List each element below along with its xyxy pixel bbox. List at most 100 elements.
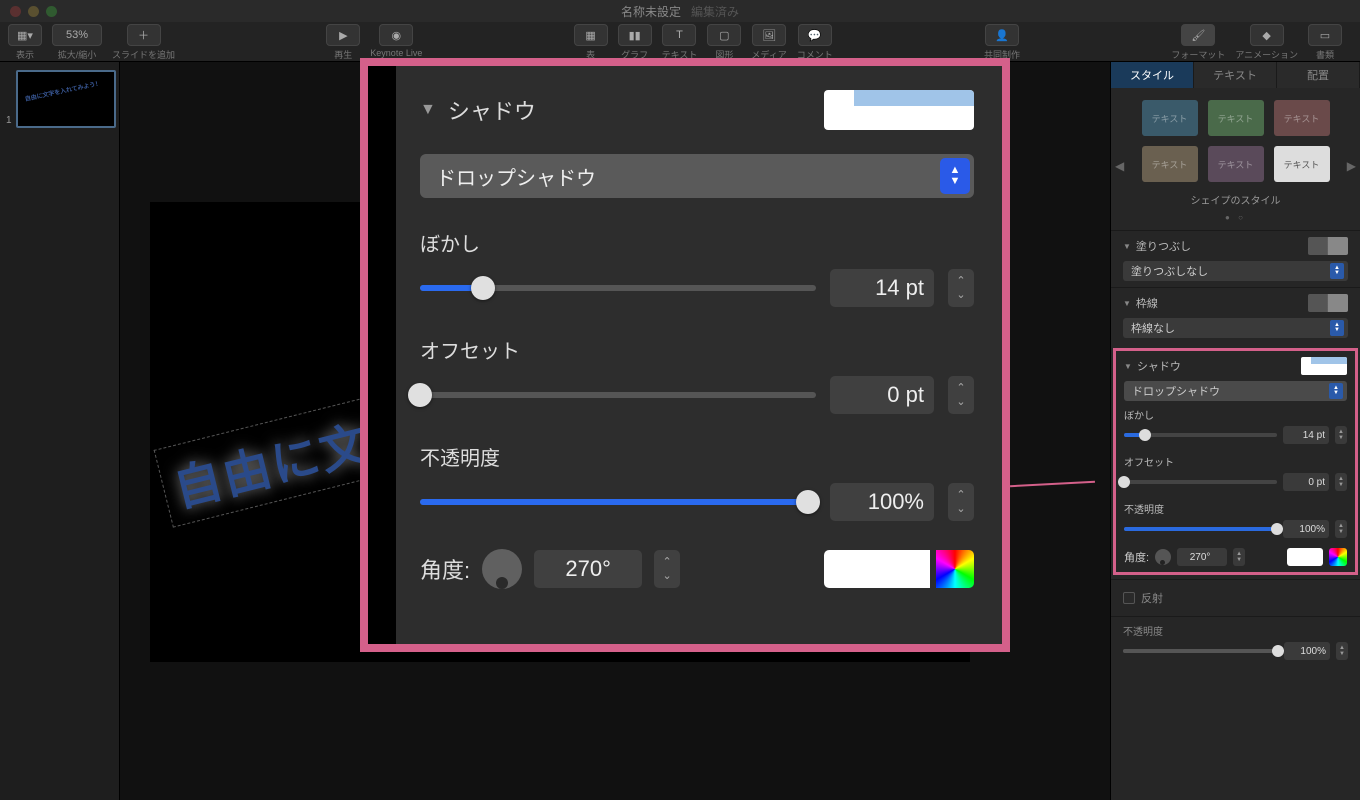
callout-blur-slider[interactable] bbox=[420, 285, 816, 291]
angle-value[interactable]: 270° bbox=[1177, 548, 1227, 566]
opacity-value[interactable]: 100% bbox=[1283, 520, 1329, 538]
slide-text-box[interactable]: 自由に文 bbox=[154, 396, 389, 527]
color-picker-icon[interactable] bbox=[1329, 548, 1347, 566]
callout-dark-edge bbox=[368, 66, 396, 644]
callout-offset-value[interactable]: 0 pt bbox=[830, 376, 934, 414]
comment-button[interactable]: 💬 bbox=[798, 24, 832, 46]
format-inspector: スタイル テキスト 配置 ◀ ▶ テキスト テキスト テキスト テキスト テキス… bbox=[1110, 62, 1360, 800]
callout-shadow-type-dropdown[interactable]: ドロップシャドウ ▲▼ bbox=[420, 154, 974, 198]
style-next-icon[interactable]: ▶ bbox=[1347, 159, 1356, 173]
callout-color-well[interactable] bbox=[824, 550, 930, 588]
opacity-slider[interactable] bbox=[1124, 527, 1277, 531]
style-page-dots: ● ○ bbox=[1129, 213, 1342, 222]
style-swatch[interactable]: テキスト bbox=[1208, 146, 1264, 182]
add-slide-label: スライドを追加 bbox=[112, 48, 175, 61]
titlebar: 名称未設定 編集済み bbox=[0, 0, 1360, 22]
callout-angle-stepper[interactable]: ⌃⌄ bbox=[654, 550, 680, 588]
blur-value[interactable]: 14 pt bbox=[1283, 426, 1329, 444]
callout-angle-dial[interactable] bbox=[482, 549, 522, 589]
opacity-stepper[interactable]: ▲▼ bbox=[1335, 520, 1347, 538]
collab-button[interactable]: 👤 bbox=[985, 24, 1019, 46]
callout-color-picker-icon[interactable] bbox=[936, 550, 974, 588]
style-swatch[interactable]: テキスト bbox=[1274, 100, 1330, 136]
window-title: 名称未設定 bbox=[621, 3, 681, 20]
style-prev-icon[interactable]: ◀ bbox=[1115, 159, 1124, 173]
shape-button[interactable]: ▢ bbox=[707, 24, 741, 46]
slide-navigator: 1 自由に文字を入れてみよう！ bbox=[0, 62, 120, 800]
shadow-section-highlighted: ▼シャドウ ドロップシャドウ ▲▼ ぼかし 14 pt ▲▼ オフセット bbox=[1113, 348, 1358, 575]
fill-title: 塗りつぶし bbox=[1136, 238, 1191, 254]
disclosure-triangle-icon[interactable]: ▼ bbox=[420, 101, 436, 119]
text-button[interactable]: T bbox=[662, 24, 696, 46]
callout-offset-slider[interactable] bbox=[420, 392, 816, 398]
callout-offset-label: オフセット bbox=[420, 335, 974, 364]
fullscreen-window-icon[interactable] bbox=[46, 6, 57, 17]
shadow-type-dropdown[interactable]: ドロップシャドウ ▲▼ bbox=[1124, 381, 1347, 401]
object-opacity-value[interactable]: 100% bbox=[1284, 642, 1330, 660]
offset-slider[interactable] bbox=[1124, 480, 1277, 484]
tab-arrange[interactable]: 配置 bbox=[1277, 62, 1360, 88]
add-slide-button[interactable]: ＋ bbox=[127, 24, 161, 46]
disclosure-triangle-icon[interactable]: ▼ bbox=[1124, 362, 1132, 371]
media-button[interactable]: 🖼 bbox=[752, 24, 786, 46]
callout-offset-stepper[interactable]: ⌃⌄ bbox=[948, 376, 974, 414]
blur-slider[interactable] bbox=[1124, 433, 1277, 437]
object-opacity-stepper[interactable]: ▲▼ bbox=[1336, 642, 1348, 660]
shadow-panel-callout: ▼ シャドウ ドロップシャドウ ▲▼ ぼかし 14 pt ⌃⌄ オフセット bbox=[360, 58, 1010, 652]
blur-stepper[interactable]: ▲▼ bbox=[1335, 426, 1347, 444]
shadow-type-value: ドロップシャドウ bbox=[1132, 383, 1220, 399]
border-dropdown[interactable]: 枠線なし ▲▼ bbox=[1123, 318, 1348, 338]
shadow-title: シャドウ bbox=[1137, 358, 1181, 374]
callout-opacity-label: 不透明度 bbox=[420, 442, 974, 471]
reflection-checkbox[interactable] bbox=[1123, 592, 1135, 604]
tab-text[interactable]: テキスト bbox=[1194, 62, 1277, 88]
slide-number: 1 bbox=[6, 115, 12, 126]
offset-stepper[interactable]: ▲▼ bbox=[1335, 473, 1347, 491]
document-button[interactable]: ▭ bbox=[1308, 24, 1342, 46]
callout-shadow-type-value: ドロップシャドウ bbox=[436, 162, 596, 191]
disclosure-triangle-icon[interactable]: ▼ bbox=[1123, 299, 1131, 308]
thumb-text: 自由に文字を入れてみよう！ bbox=[24, 78, 102, 103]
table-button[interactable]: ▦ bbox=[574, 24, 608, 46]
animate-button[interactable]: ◆ bbox=[1250, 24, 1284, 46]
callout-opacity-value[interactable]: 100% bbox=[830, 483, 934, 521]
callout-opacity-stepper[interactable]: ⌃⌄ bbox=[948, 483, 974, 521]
shadow-color-well[interactable] bbox=[1287, 548, 1323, 566]
callout-angle-label: 角度: bbox=[420, 553, 470, 585]
offset-value[interactable]: 0 pt bbox=[1283, 473, 1329, 491]
blur-label: ぼかし bbox=[1124, 407, 1347, 422]
tab-style[interactable]: スタイル bbox=[1111, 62, 1194, 88]
document-label: 書類 bbox=[1316, 48, 1334, 61]
zoom-label: 拡大/縮小 bbox=[58, 48, 97, 61]
style-swatch-selected[interactable]: テキスト bbox=[1274, 146, 1330, 182]
keynote-live-button[interactable]: ◉ bbox=[379, 24, 413, 46]
angle-dial[interactable] bbox=[1155, 549, 1171, 565]
slide-thumbnail[interactable]: 1 自由に文字を入れてみよう！ bbox=[8, 70, 111, 128]
dropdown-arrows-icon: ▲▼ bbox=[1329, 383, 1343, 399]
dropdown-arrows-icon: ▲▼ bbox=[1330, 263, 1344, 279]
callout-blur-stepper[interactable]: ⌃⌄ bbox=[948, 269, 974, 307]
format-button[interactable]: 🖌 bbox=[1181, 24, 1215, 46]
disclosure-triangle-icon[interactable]: ▼ bbox=[1123, 242, 1131, 251]
style-swatch[interactable]: テキスト bbox=[1142, 100, 1198, 136]
view-button[interactable]: ▦▾ bbox=[8, 24, 42, 46]
play-button[interactable]: ▶ bbox=[326, 24, 360, 46]
chart-button[interactable]: ▮▮ bbox=[618, 24, 652, 46]
style-swatch[interactable]: テキスト bbox=[1208, 100, 1264, 136]
view-label: 表示 bbox=[16, 48, 34, 61]
fill-dropdown[interactable]: 塗りつぶしなし ▲▼ bbox=[1123, 261, 1348, 281]
close-window-icon[interactable] bbox=[10, 6, 21, 17]
object-opacity-slider[interactable] bbox=[1123, 649, 1278, 653]
callout-blur-value[interactable]: 14 pt bbox=[830, 269, 934, 307]
angle-stepper[interactable]: ▲▼ bbox=[1233, 548, 1245, 566]
dropdown-arrows-icon: ▲▼ bbox=[1330, 320, 1344, 336]
border-value: 枠線なし bbox=[1131, 320, 1175, 336]
style-swatch[interactable]: テキスト bbox=[1142, 146, 1198, 182]
keynote-live-label: Keynote Live bbox=[370, 48, 422, 58]
zoom-button[interactable]: 53% bbox=[52, 24, 102, 46]
callout-angle-value[interactable]: 270° bbox=[534, 550, 642, 588]
minimize-window-icon[interactable] bbox=[28, 6, 39, 17]
fill-preview bbox=[1308, 237, 1348, 255]
format-label: フォーマット bbox=[1171, 48, 1225, 61]
callout-opacity-slider[interactable] bbox=[420, 499, 816, 505]
